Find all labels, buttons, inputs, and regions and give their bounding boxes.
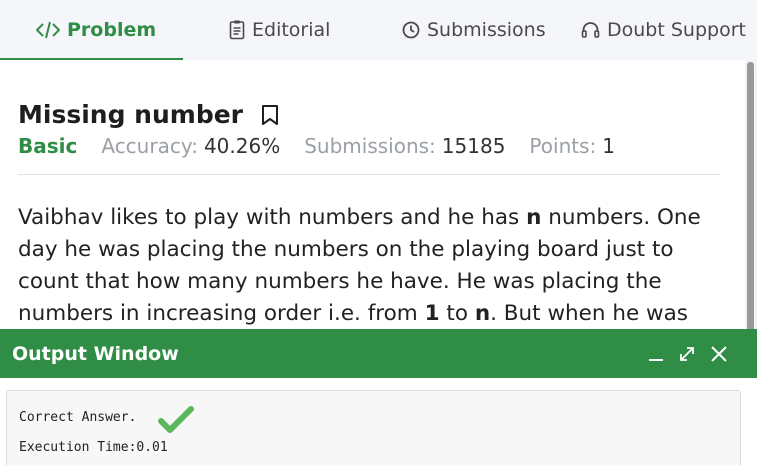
desc-text: to	[439, 301, 475, 326]
points-label: Points:	[529, 134, 597, 158]
code-icon	[36, 21, 60, 39]
tab-problem[interactable]: Problem	[36, 0, 156, 60]
bookmark-icon[interactable]	[261, 104, 279, 126]
scrollbar-thumb[interactable]	[747, 62, 754, 332]
desc-text: Vaibhav likes to play with numbers and h…	[18, 205, 527, 230]
tab-doubt-support[interactable]: Doubt Support	[581, 0, 746, 60]
desc-bold: n	[526, 205, 542, 230]
execution-time: Execution Time:0.01	[19, 440, 168, 455]
headset-icon	[581, 21, 600, 40]
submissions-value: 15185	[441, 134, 506, 158]
points-value: 1	[602, 134, 615, 158]
submissions-label: Submissions:	[304, 134, 436, 158]
tab-submissions-label: Submissions	[427, 19, 546, 41]
tab-problem-label: Problem	[67, 19, 157, 41]
tab-submissions[interactable]: Submissions	[402, 0, 546, 60]
result-text: Correct Answer.	[19, 410, 137, 425]
desc-text: . But when he was	[490, 301, 688, 326]
accuracy-label: Accuracy:	[101, 134, 198, 158]
desc-bold: n	[474, 301, 491, 326]
tab-editorial[interactable]: Editorial	[229, 0, 330, 60]
tab-editorial-label: Editorial	[252, 19, 331, 41]
problem-description: Vaibhav likes to play with numbers and h…	[18, 202, 730, 330]
document-icon	[229, 20, 245, 40]
difficulty-badge: Basic	[18, 134, 78, 158]
minimize-icon[interactable]	[647, 329, 665, 378]
problem-header: Missing number	[18, 100, 279, 129]
output-window-title: Output Window	[12, 342, 179, 365]
desc-bold: 1	[424, 301, 440, 326]
tab-doubt-support-label: Doubt Support	[607, 19, 746, 41]
tab-bar: Problem Editorial Submissions Doubt Supp…	[0, 0, 757, 60]
header-divider	[18, 174, 720, 175]
close-icon[interactable]	[710, 329, 728, 378]
problem-meta: Basic Accuracy: 40.26% Submissions: 1518…	[18, 134, 639, 158]
accuracy-value: 40.26%	[203, 134, 281, 158]
clock-icon	[402, 21, 420, 39]
problem-title: Missing number	[18, 100, 243, 129]
output-window-header: Output Window	[0, 329, 757, 378]
expand-icon[interactable]	[678, 329, 696, 378]
check-icon	[158, 405, 194, 439]
